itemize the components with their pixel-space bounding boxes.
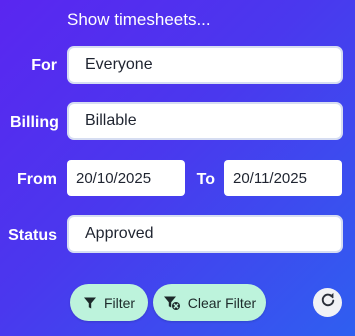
- from-label: From: [17, 171, 57, 188]
- refresh-icon: [320, 292, 336, 313]
- refresh-button[interactable]: [313, 288, 342, 317]
- status-select-value: Approved: [85, 225, 154, 242]
- to-label: To: [196, 171, 215, 188]
- for-select[interactable]: Everyone: [67, 46, 343, 84]
- filter-button-label: Filter: [103, 294, 136, 311]
- from-date-value: 20/10/2025: [76, 169, 152, 187]
- funnel-icon: [83, 296, 97, 310]
- from-date-input[interactable]: 20/10/2025: [67, 160, 185, 196]
- status-label: Status: [8, 227, 57, 244]
- status-select[interactable]: Approved: [67, 215, 343, 253]
- to-date-value: 20/11/2025: [233, 169, 307, 187]
- for-select-value: Everyone: [85, 56, 153, 73]
- timesheet-filter-panel: Show timesheets... For Everyone Billing …: [0, 0, 355, 336]
- panel-title: Show timesheets...: [67, 10, 211, 29]
- filter-button[interactable]: Filter: [70, 284, 148, 321]
- clear-filter-button-label: Clear Filter: [187, 294, 257, 311]
- for-label: For: [31, 57, 57, 74]
- funnel-clear-icon: [163, 295, 181, 311]
- billing-label: Billing: [10, 114, 59, 131]
- to-date-input[interactable]: 20/11/2025: [224, 160, 342, 196]
- clear-filter-button[interactable]: Clear Filter: [153, 284, 266, 321]
- billing-select[interactable]: Billable: [67, 102, 343, 140]
- billing-select-value: Billable: [85, 112, 137, 129]
